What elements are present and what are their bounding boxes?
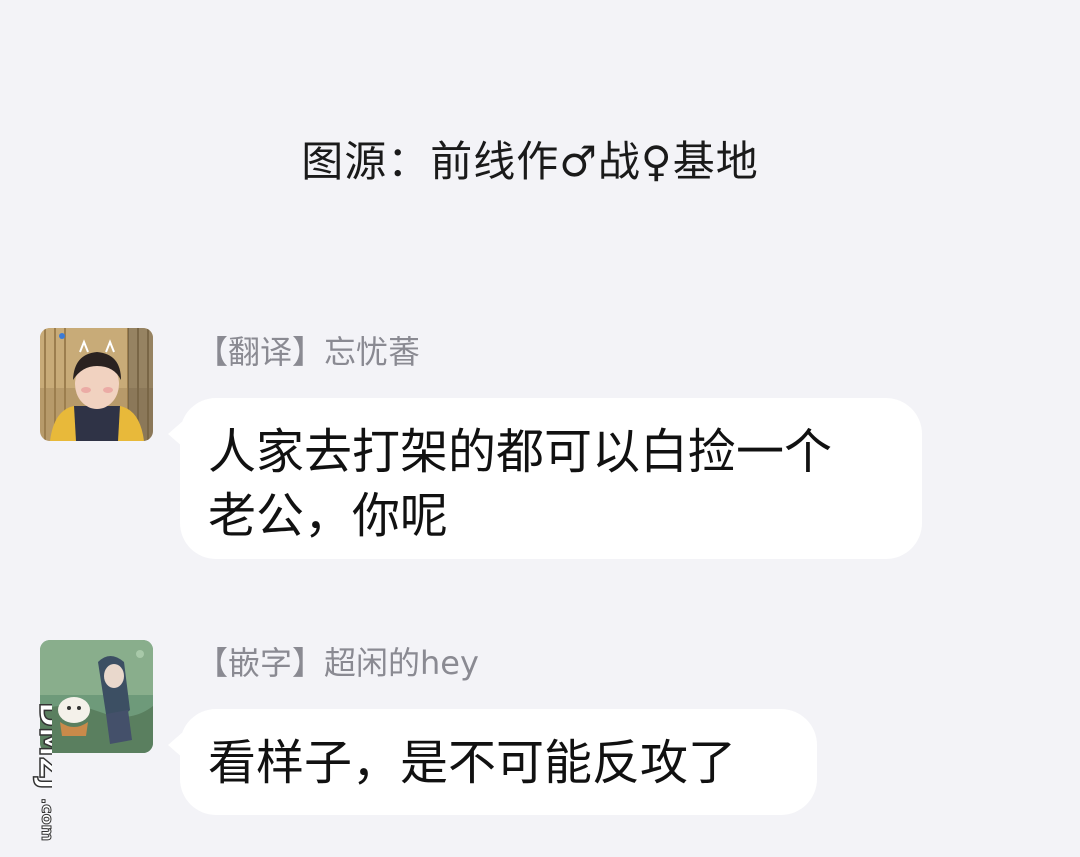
message-text-line: 老公，你呢 (208, 488, 449, 544)
avatar-typesetter[interactable] (40, 640, 153, 753)
sender-name-translator: 【翻译】忘忧萫 (196, 333, 421, 371)
sender-name-typesetter: 【嵌字】超闲的hey (196, 644, 479, 682)
svg-text:.com: .com (38, 798, 52, 841)
bubble-tail (168, 420, 184, 448)
message-text-line: 看样子，是不可能反攻了 (208, 735, 737, 791)
avatar-illustration-icon (40, 640, 153, 753)
bubble-tail (168, 731, 184, 759)
svg-text:DMZJ: DMZJ (32, 702, 52, 790)
message-bubble-1[interactable]: 人家去打架的都可以白捡一个 老公，你呢 (168, 398, 922, 559)
avatar-translator[interactable] (40, 328, 153, 441)
site-watermark-logo: DMZJ .com (6, 700, 68, 850)
message-text-line: 人家去打架的都可以白捡一个 (208, 424, 833, 480)
message-bubble-2[interactable]: 看样子，是不可能反攻了 (168, 709, 817, 815)
watermark-logo-icon: DMZJ .com (31, 701, 68, 841)
source-credit-title: 图源：前线作♂战♀基地 (301, 137, 759, 186)
avatar-photo-icon (40, 328, 153, 441)
